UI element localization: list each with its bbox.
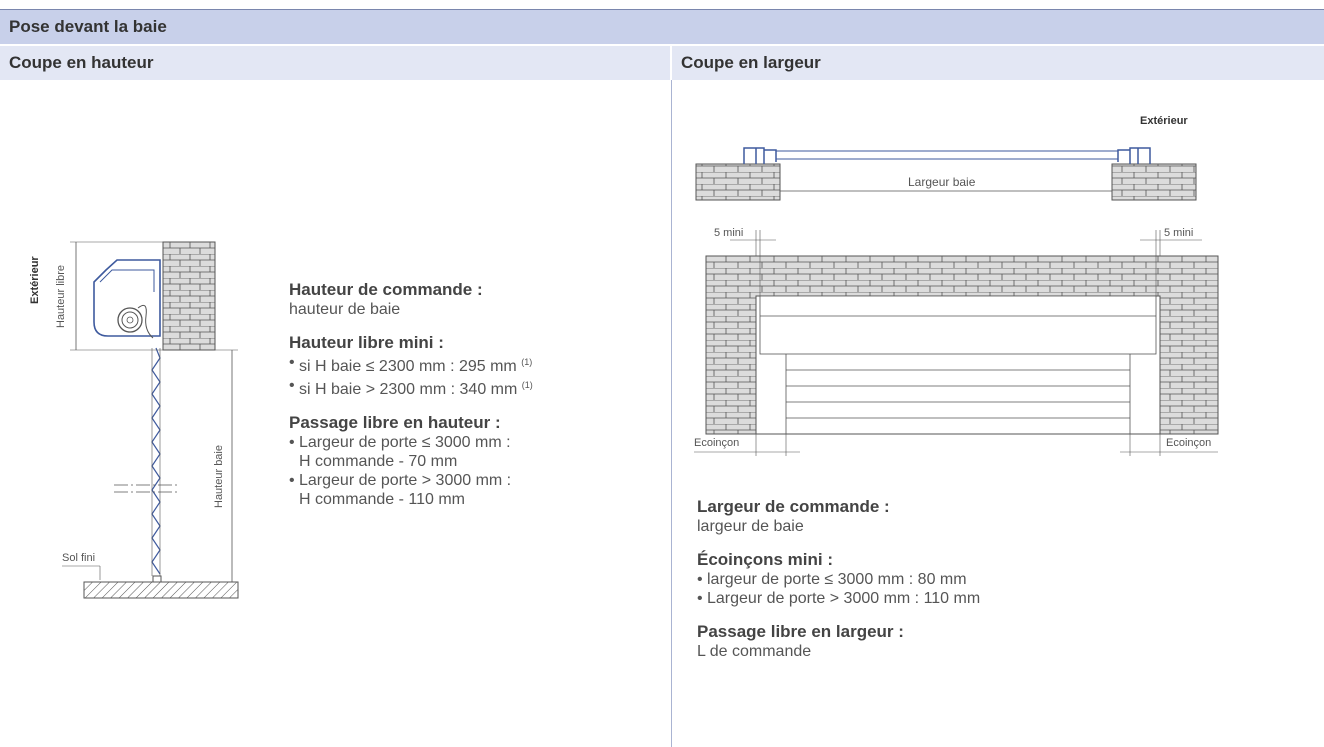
spec-heading: Largeur de commande : bbox=[697, 497, 890, 516]
door-curtain bbox=[151, 347, 161, 575]
spec-bullet: • Largeur de porte ≤ 3000 mm :H commande … bbox=[289, 434, 511, 470]
exterior-label: Extérieur bbox=[29, 256, 41, 304]
spec-text: largeur de baie bbox=[697, 518, 804, 535]
left-section-header: Coupe en hauteur bbox=[0, 46, 670, 80]
roller-box-front bbox=[759, 295, 1157, 355]
spec-bullet: • si H baie ≤ 2300 mm : 295 mm (1) bbox=[289, 354, 533, 375]
ecoincon-left-label: Ecoinçon bbox=[694, 437, 739, 449]
height-section-diagram: Extérieur Hauteur libre Hauteur baie Sol… bbox=[29, 241, 239, 599]
spec-heading: Passage libre en largeur : bbox=[697, 622, 904, 641]
spec-text: L de commande bbox=[697, 643, 812, 660]
width-section-diagram: Extérieur Largeur baie 5 mini 5 mini Eco… bbox=[694, 115, 1219, 456]
hauteur-baie-label: Hauteur baie bbox=[213, 445, 225, 508]
spec-bullet: • Largeur de porte > 3000 mm :H commande … bbox=[289, 472, 512, 508]
largeur-baie-label: Largeur baie bbox=[908, 175, 976, 189]
spec-bullet: • si H baie > 2300 mm : 340 mm (1) bbox=[289, 377, 533, 398]
height-specs: Hauteur de commande : hauteur de baie Ha… bbox=[289, 280, 659, 509]
right-pier-plan bbox=[1111, 163, 1197, 201]
footnote-ref: (1) bbox=[521, 357, 533, 367]
floor-finish bbox=[83, 581, 239, 599]
spec-bullet: • Largeur de porte > 3000 mm : 110 mm bbox=[697, 590, 981, 607]
spec-text: hauteur de baie bbox=[289, 301, 401, 318]
spec-heading: Hauteur de commande : bbox=[289, 280, 483, 299]
spec-heading: Écoinçons mini : bbox=[697, 550, 834, 569]
column-divider bbox=[671, 80, 672, 747]
page-header: Pose devant la baie bbox=[0, 10, 1324, 44]
mini-right-label: 5 mini bbox=[1164, 227, 1193, 239]
footnote-ref: (1) bbox=[521, 380, 533, 390]
right-section-header: Coupe en largeur bbox=[672, 46, 1324, 80]
width-specs: Largeur de commande : largeur de baie Éc… bbox=[697, 497, 1297, 661]
spec-bullet: • largeur de porte ≤ 3000 mm : 80 mm bbox=[697, 571, 967, 588]
mini-left-label: 5 mini bbox=[714, 227, 743, 239]
exterior-label: Extérieur bbox=[1140, 115, 1188, 127]
spec-heading: Passage libre en hauteur : bbox=[289, 413, 501, 432]
lintel-wall bbox=[162, 241, 216, 351]
sol-fini-label: Sol fini bbox=[62, 552, 95, 564]
right-section-title: Coupe en largeur bbox=[681, 53, 821, 72]
spec-heading: Hauteur libre mini : bbox=[289, 333, 444, 352]
ecoincon-right-label: Ecoinçon bbox=[1166, 437, 1211, 449]
page-title: Pose devant la baie bbox=[9, 17, 167, 36]
left-pier-plan bbox=[695, 163, 781, 201]
roller-box bbox=[93, 259, 161, 337]
left-section-title: Coupe en hauteur bbox=[9, 53, 154, 72]
hauteur-libre-label: Hauteur libre bbox=[55, 265, 67, 328]
